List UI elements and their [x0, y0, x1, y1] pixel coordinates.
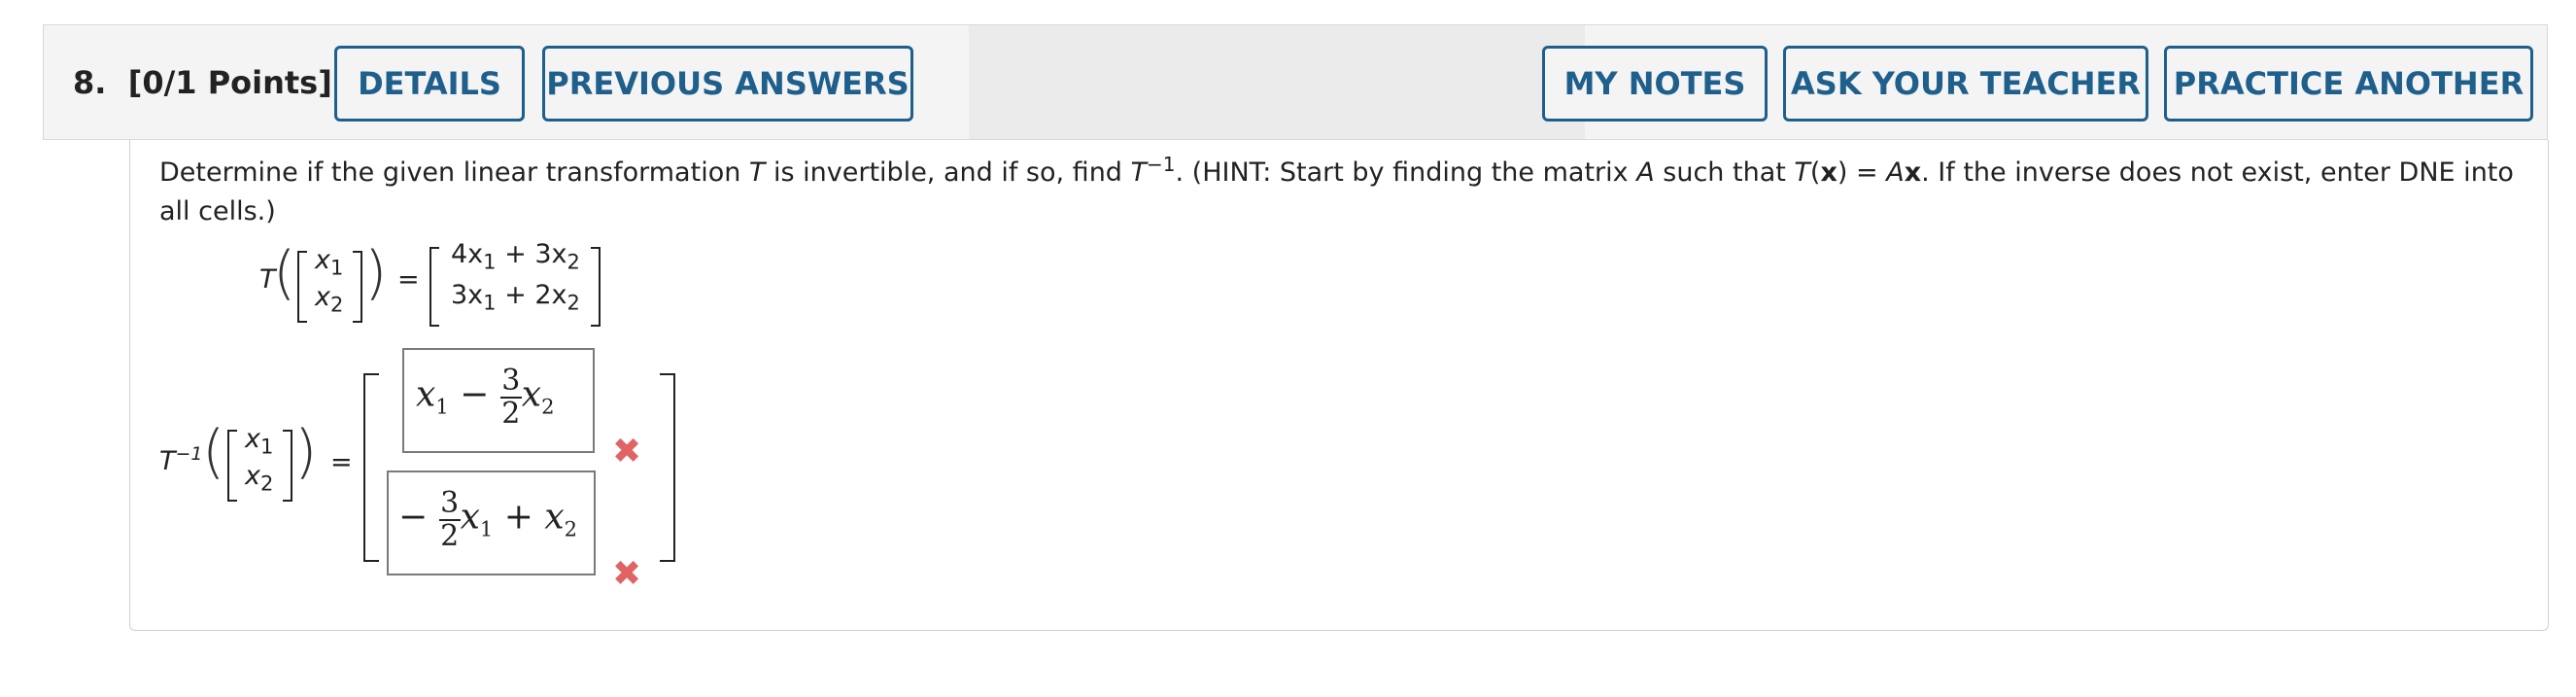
- inverse-close-paren: ): [294, 418, 318, 486]
- my-notes-button[interactable]: MY NOTES: [1542, 46, 1768, 122]
- result-right-bracket: [591, 247, 601, 327]
- answer-left-bracket: [363, 373, 379, 562]
- ask-your-teacher-button[interactable]: ASK YOUR TEACHER: [1783, 46, 2148, 122]
- inverse-right-bracket: [283, 430, 292, 502]
- practice-another-button[interactable]: PRACTICE ANOTHER: [2164, 46, 2533, 122]
- result-left-bracket: [429, 247, 439, 327]
- question-text: Determine if the given linear transforma…: [159, 153, 2514, 227]
- inverse-equals-sign: =: [330, 447, 353, 477]
- vector-x1: x1: [315, 245, 344, 280]
- answer-right-bracket: [660, 373, 675, 562]
- question-number: 8. [0/1 Points]: [73, 64, 332, 101]
- header-spacer: [969, 25, 1585, 139]
- question-header: 8. [0/1 Points] DETAILS PREVIOUS ANSWERS…: [43, 24, 2548, 140]
- answer-cell-1-expression: x1 − 3 2 x2: [416, 364, 555, 431]
- result-row-2: 3x1 + 2x2: [451, 280, 580, 315]
- result-row-1: 4x1 + 3x2: [451, 239, 580, 274]
- question-number-label: 8.: [73, 64, 107, 101]
- vector-x2: x2: [315, 282, 344, 317]
- close-paren: ): [364, 239, 388, 307]
- incorrect-icon: ✖: [612, 554, 642, 594]
- inverse-vector-x2: x2: [245, 461, 274, 496]
- inverse-open-paren: (: [202, 418, 225, 486]
- previous-answers-button[interactable]: PREVIOUS ANSWERS: [542, 46, 913, 122]
- inverse-left-bracket: [227, 430, 237, 502]
- inverse-T: T−1: [159, 443, 203, 476]
- open-paren: (: [273, 239, 296, 307]
- details-button[interactable]: DETAILS: [334, 46, 525, 122]
- answer-cell-1[interactable]: x1 − 3 2 x2: [402, 348, 595, 453]
- question-body: Determine if the given linear transforma…: [129, 140, 2549, 631]
- answer-cell-2-expression: − 3 2 x1 + x2: [398, 486, 578, 553]
- left-bracket: [297, 251, 307, 323]
- answer-cell-2[interactable]: − 3 2 x1 + x2: [387, 470, 596, 575]
- right-bracket: [353, 251, 362, 323]
- equals-sign: =: [397, 264, 420, 295]
- incorrect-icon: ✖: [612, 432, 642, 471]
- points-label: [0/1 Points]: [127, 64, 332, 101]
- inverse-vector-x1: x1: [245, 424, 274, 459]
